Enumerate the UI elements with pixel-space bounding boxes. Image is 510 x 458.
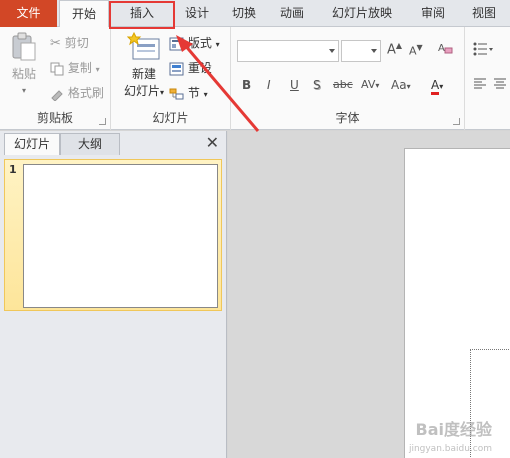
annotation-arrow: [176, 35, 260, 132]
